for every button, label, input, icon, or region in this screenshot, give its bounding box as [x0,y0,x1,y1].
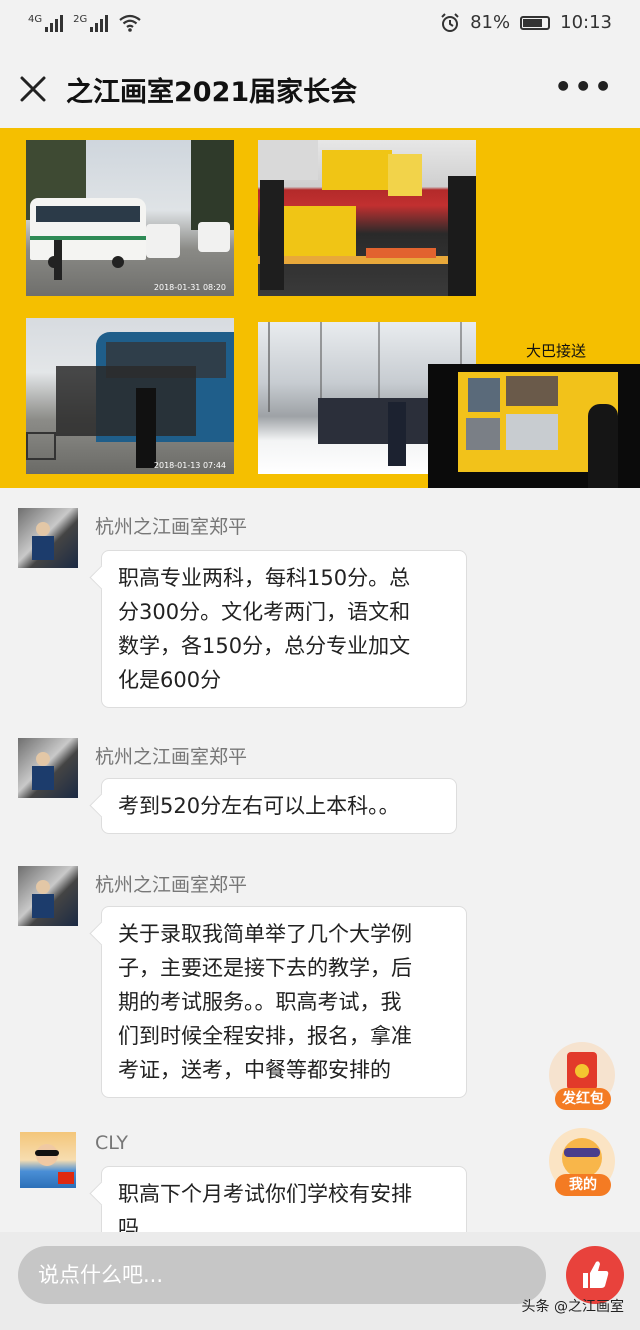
message-line: 分300分。文化考两门，语文和 [118,600,411,624]
signal1-label: 4G [28,14,43,25]
battery-fill [523,18,543,27]
projector-inset-photo [428,364,640,488]
wifi-icon [119,14,141,32]
avatar[interactable] [18,508,78,568]
signal-2g-icon: 2G [73,14,109,32]
message-line: 考证，送考，中餐等都安排的 [118,1058,391,1082]
message-line: 期的考试服务。。职高考试，我 [118,990,402,1014]
chat-list[interactable]: 杭州之江画室郑平 职高专业两科，每科150分。总 分300分。文化考两门，语文和… [0,488,640,1232]
comment-input[interactable] [18,1246,546,1304]
photo3-timestamp: 2018-01-13 07:44 [153,461,226,470]
bus-photo: 2018-01-31 08:20 [26,140,234,296]
avatar[interactable] [18,866,78,926]
message-line: 职高专业两科，每科150分。总 [118,566,411,590]
red-packet-button[interactable]: 发红包 [548,1042,616,1110]
title-bar: 之江画室2021届家长会 ••• [0,50,640,128]
avatar[interactable] [20,1132,76,1188]
message-line: 关于录取我简单举了几个大学例 [118,922,412,946]
message-line: 们到时候全程安排，报名，拿准 [118,1024,412,1048]
sender-name: 杭州之江画室郑平 [95,874,248,896]
red-packet-icon: 发红包 [549,1042,615,1110]
status-right: 81% 10:13 [440,12,612,33]
message-line: 子，主要还是接下去的教学，后 [118,956,412,980]
battery-percent: 81% [470,12,511,33]
banner-caption: 大巴接送 [526,342,587,360]
watermark: 头条 @之江画室 [521,1299,624,1315]
sender-name: 杭州之江画室郑平 [95,746,248,768]
photo1-timestamp: 2018-01-31 08:20 [153,283,226,292]
close-icon[interactable] [16,72,50,106]
sender-name: 杭州之江画室郑平 [95,516,248,538]
message-bubble[interactable]: 考到520分左右可以上本科。。 [101,778,457,834]
message-bubble[interactable]: 职高下个月考试你们学校有安排 吗 [101,1166,467,1232]
mine-avatar-icon: 我的 [549,1128,615,1196]
more-options-icon[interactable]: ••• [554,70,614,103]
banner-image[interactable]: 2018-01-31 08:20 2018-01-13 07:44 大巴接送 [0,128,640,488]
sender-name: CLY [95,1132,128,1154]
message-line: 考到520分左右可以上本科。。 [118,794,400,818]
battery-icon [520,15,551,30]
message-line: 化是600分 [118,668,222,692]
page-title: 之江画室2021届家长会 [66,77,358,108]
avatar[interactable] [18,738,78,798]
mine-label: 我的 [555,1174,611,1196]
clock: 10:13 [560,12,612,33]
message-line: 数学，各150分，总分专业加文 [118,634,411,658]
mine-button[interactable]: 我的 [548,1128,616,1196]
bottom-bar: 头条 @之江画室 [0,1232,640,1330]
signal-4g-icon: 4G [28,14,64,32]
status-bar: 4G 2G 81% 10:13 [0,0,640,50]
signal2-label: 2G [73,14,88,25]
alarm-icon [441,12,459,32]
students-signs-photo [258,140,476,296]
status-left: 4G 2G [28,13,142,33]
boarding-photo: 2018-01-13 07:44 [26,318,234,474]
message-bubble[interactable]: 关于录取我简单举了几个大学例 子，主要还是接下去的教学，后 期的考试服务。。职高… [101,906,467,1098]
message-line: 职高下个月考试你们学校有安排 [118,1182,412,1206]
message-bubble[interactable]: 职高专业两科，每科150分。总 分300分。文化考两门，语文和 数学，各150分… [101,550,467,708]
red-packet-label: 发红包 [555,1088,611,1110]
message-line: 吗 [118,1216,139,1232]
